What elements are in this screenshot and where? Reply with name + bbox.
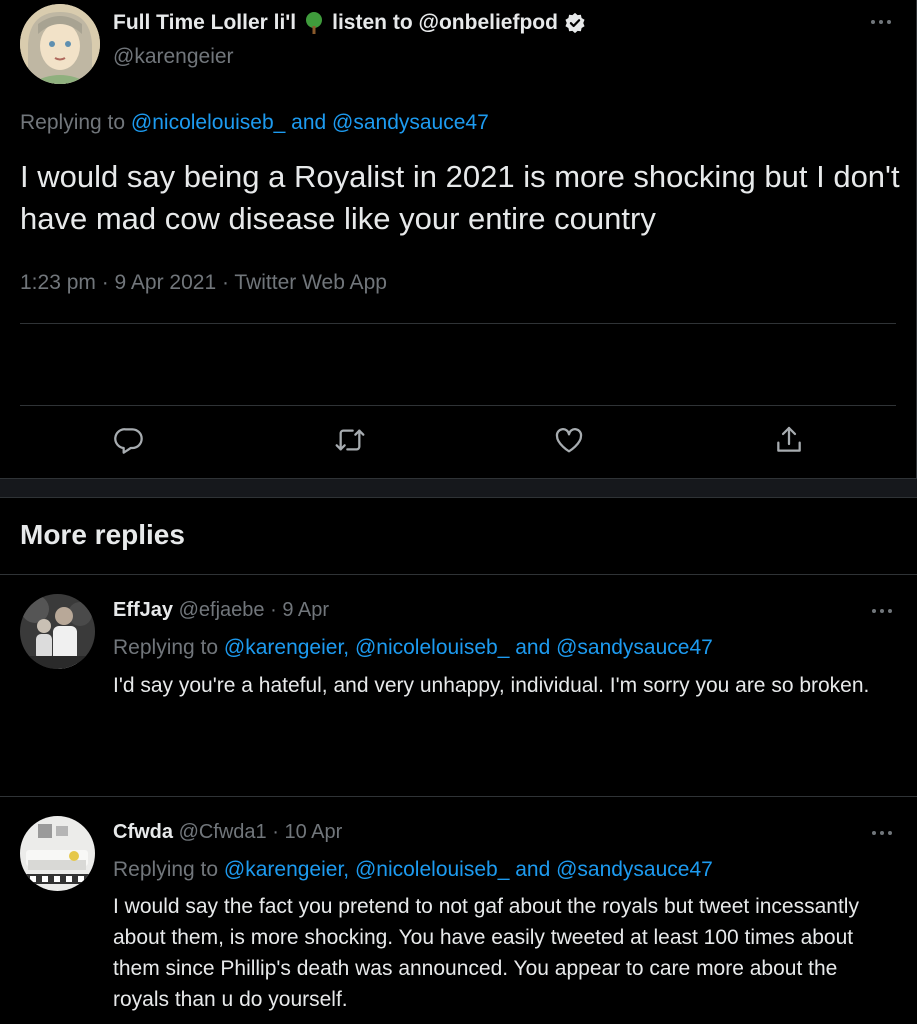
reply-icon[interactable]	[113, 424, 145, 456]
divider	[20, 405, 896, 406]
retweet-icon[interactable]	[334, 424, 366, 456]
replying-to: Replying to @nicolelouiseb_ and @sandysa…	[20, 111, 489, 135]
share-icon[interactable]	[773, 424, 805, 456]
reply-text: I'd say you're a hateful, and very unhap…	[113, 674, 870, 697]
tweet-actions	[0, 424, 917, 464]
reply-display-name[interactable]: EffJay	[113, 599, 173, 621]
reply-header: EffJay @efjaebe · 9 Apr	[113, 599, 329, 622]
replying-to-users[interactable]: @karengeier, @nicolelouiseb_ and @sandys…	[224, 636, 713, 659]
reply-tweet[interactable]: EffJay @efjaebe · 9 Apr Replying to @kar…	[0, 575, 917, 796]
reply-text: I would say the fact you pretend to not …	[113, 895, 859, 1011]
replying-label: Replying to	[113, 636, 219, 659]
replying-to: Replying to @karengeier, @nicolelouiseb_…	[113, 636, 713, 660]
reply-date[interactable]: 9 Apr	[282, 599, 329, 621]
display-name-part2[interactable]: listen to @onbeliefpod	[332, 11, 558, 35]
section-title: More replies	[20, 519, 185, 550]
replying-label: Replying to	[113, 858, 219, 881]
replying-to: Replying to @karengeier, @nicolelouiseb_…	[113, 858, 713, 882]
avatar[interactable]	[20, 816, 95, 891]
handle[interactable]: @karengeier	[113, 45, 234, 69]
reply-header: Cfwda @Cfwda1 · 10 Apr	[113, 821, 342, 844]
separator-dot: ·	[270, 599, 277, 621]
more-icon[interactable]	[869, 601, 895, 621]
like-icon[interactable]	[553, 424, 585, 456]
tweet-timestamp[interactable]: 1:23 pm · 9 Apr 2021 · Twitter Web App	[20, 271, 387, 295]
reply-tweet[interactable]: Cfwda @Cfwda1 · 10 Apr Replying to @kare…	[0, 797, 917, 1024]
tweet-text: I would say being a Royalist in 2021 is …	[20, 159, 900, 236]
main-tweet: Full Time Loller li'l listen to @onbelie…	[0, 0, 917, 478]
reply-handle[interactable]: @efjaebe	[179, 599, 265, 621]
more-icon[interactable]	[869, 823, 895, 843]
avatar[interactable]	[20, 594, 95, 669]
replying-to-users[interactable]: @karengeier, @nicolelouiseb_ and @sandys…	[224, 858, 713, 881]
separator-dot: ·	[272, 821, 279, 843]
section-gap	[0, 478, 917, 498]
replying-to-users[interactable]: @nicolelouiseb_ and @sandysauce47	[131, 111, 489, 134]
display-name-part1[interactable]: Full Time Loller li'l	[113, 11, 296, 35]
reply-handle[interactable]: @Cfwda1	[179, 821, 267, 843]
more-icon[interactable]	[868, 12, 894, 32]
reply-date[interactable]: 10 Apr	[284, 821, 342, 843]
verified-icon	[564, 12, 586, 34]
replying-label: Replying to	[20, 111, 126, 134]
tree-icon	[302, 11, 326, 35]
reply-display-name[interactable]: Cfwda	[113, 821, 173, 843]
avatar[interactable]	[20, 4, 100, 84]
display-name[interactable]: Full Time Loller li'l listen to @onbelie…	[113, 11, 586, 35]
divider	[20, 323, 896, 324]
